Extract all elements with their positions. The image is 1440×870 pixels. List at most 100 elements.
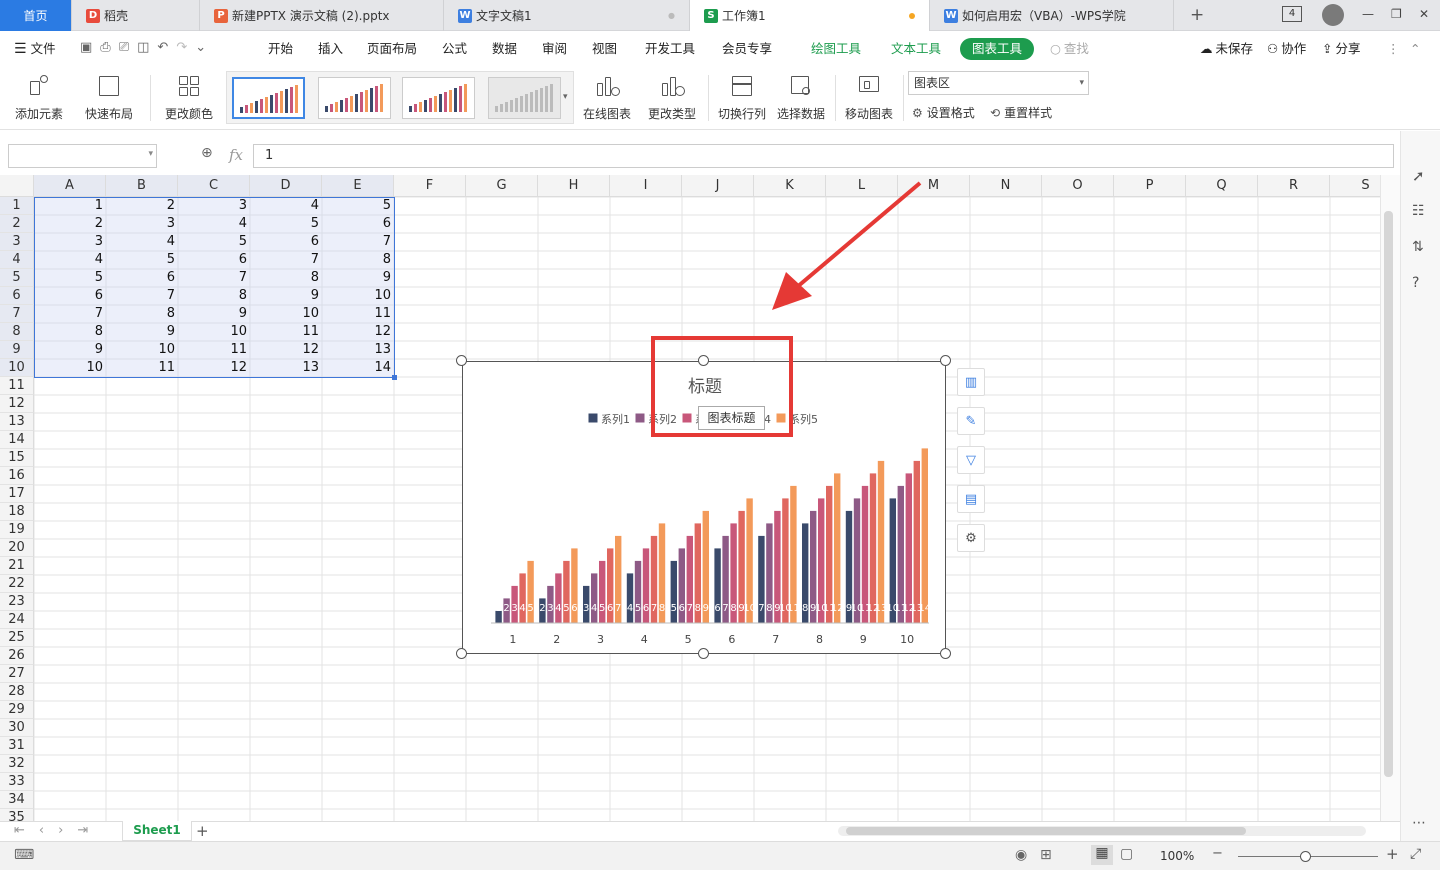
cell[interactable]: 6 xyxy=(106,269,178,287)
column-header[interactable]: B xyxy=(106,175,178,197)
maximize-icon[interactable]: ❐ xyxy=(1391,7,1402,21)
zoom-level[interactable]: 100% xyxy=(1160,849,1194,863)
cell[interactable]: 7 xyxy=(178,269,250,287)
column-header[interactable]: R xyxy=(1258,175,1330,197)
cell[interactable]: 12 xyxy=(322,323,394,341)
cell[interactable]: 5 xyxy=(106,251,178,269)
row-header[interactable]: 10 xyxy=(0,359,34,377)
cell[interactable]: 10 xyxy=(178,323,250,341)
cell[interactable]: 14 xyxy=(322,359,394,377)
redo-icon[interactable]: ↷ xyxy=(176,40,187,55)
preview-icon[interactable]: ◫ xyxy=(137,40,149,55)
cell[interactable]: 12 xyxy=(250,341,322,359)
cell[interactable]: 10 xyxy=(106,341,178,359)
cell[interactable]: 10 xyxy=(250,305,322,323)
cell[interactable]: 3 xyxy=(178,197,250,215)
row-header[interactable]: 18 xyxy=(0,503,34,521)
undo-icon[interactable]: ↶ xyxy=(157,40,168,55)
row-header[interactable]: 4 xyxy=(0,251,34,269)
row-header[interactable]: 19 xyxy=(0,521,34,539)
select-pointer-icon[interactable]: ➚ xyxy=(1412,167,1425,185)
resize-handle[interactable] xyxy=(456,648,467,659)
row-header[interactable]: 6 xyxy=(0,287,34,305)
horizontal-scrollbar[interactable] xyxy=(838,826,1366,836)
cell[interactable]: 11 xyxy=(106,359,178,377)
context-menu-0[interactable]: 绘图工具 xyxy=(811,31,861,67)
context-menu-2[interactable]: 图表工具 xyxy=(960,38,1035,60)
help-icon[interactable]: ? xyxy=(1412,275,1419,291)
cell[interactable]: 10 xyxy=(322,287,394,305)
cell[interactable]: 9 xyxy=(34,341,106,359)
column-header[interactable]: F xyxy=(394,175,466,197)
cell[interactable]: 1 xyxy=(34,197,106,215)
row-header[interactable]: 5 xyxy=(0,269,34,287)
chart-style-thumbnail[interactable] xyxy=(318,77,391,119)
menu-8[interactable]: 会员专享 xyxy=(722,31,772,67)
row-header[interactable]: 3 xyxy=(0,233,34,251)
cell[interactable]: 6 xyxy=(178,251,250,269)
row-header[interactable]: 23 xyxy=(0,593,34,611)
row-header[interactable]: 25 xyxy=(0,629,34,647)
fill-handle[interactable] xyxy=(392,375,397,380)
row-header[interactable]: 27 xyxy=(0,665,34,683)
chart-elements-button[interactable]: ▥ xyxy=(957,368,985,396)
select-all-corner[interactable] xyxy=(0,175,34,197)
column-header[interactable]: S xyxy=(1330,175,1380,197)
cell[interactable]: 13 xyxy=(322,341,394,359)
cell[interactable]: 5 xyxy=(322,197,394,215)
cell[interactable]: 7 xyxy=(34,305,106,323)
row-header[interactable]: 12 xyxy=(0,395,34,413)
cell[interactable]: 4 xyxy=(178,215,250,233)
properties-icon[interactable]: ☷ xyxy=(1412,203,1425,219)
close-window-icon[interactable]: ✕ xyxy=(1419,7,1429,21)
column-header[interactable]: N xyxy=(970,175,1042,197)
row-header[interactable]: 21 xyxy=(0,557,34,575)
cell[interactable]: 3 xyxy=(34,233,106,251)
cell[interactable]: 11 xyxy=(250,323,322,341)
cell[interactable]: 5 xyxy=(34,269,106,287)
row-header[interactable]: 34 xyxy=(0,791,34,809)
row-header[interactable]: 22 xyxy=(0,575,34,593)
prev-sheet-icon[interactable]: ‹ xyxy=(39,823,44,838)
zoom-icon[interactable]: ⊕ xyxy=(201,145,213,161)
column-header[interactable]: J xyxy=(682,175,754,197)
chart-settings-button[interactable]: ⚙ xyxy=(957,524,985,552)
chart-style-thumbnail[interactable] xyxy=(402,77,475,119)
row-header[interactable]: 9 xyxy=(0,341,34,359)
last-sheet-icon[interactable]: ⇥ xyxy=(77,823,88,838)
resize-handle[interactable] xyxy=(456,355,467,366)
file-menu[interactable]: ☰ 文件 xyxy=(14,31,56,67)
chart-style-button[interactable]: ✎ xyxy=(957,407,985,435)
row-header[interactable]: 30 xyxy=(0,719,34,737)
online-chart-side-button[interactable]: ▤ xyxy=(957,485,985,513)
print-icon[interactable]: ⎚ xyxy=(119,40,129,55)
cell[interactable]: 6 xyxy=(34,287,106,305)
close-tab-icon[interactable]: ● xyxy=(668,11,675,20)
cell[interactable]: 12 xyxy=(178,359,250,377)
set-format-button[interactable]: ⚙ 设置格式 xyxy=(912,104,975,121)
resize-handle[interactable] xyxy=(940,648,951,659)
context-menu-1[interactable]: 文本工具 xyxy=(891,31,941,67)
fullscreen-icon[interactable]: ⤢ xyxy=(1410,846,1421,862)
avatar[interactable] xyxy=(1322,4,1344,26)
quick-layout-button[interactable]: 快速布局 xyxy=(80,71,138,126)
column-header[interactable]: C xyxy=(178,175,250,197)
menu-6[interactable]: 视图 xyxy=(592,31,617,67)
more-icon[interactable]: ⋮ xyxy=(1387,31,1400,67)
zoom-slider-thumb[interactable] xyxy=(1300,851,1311,862)
move-chart-button[interactable]: 移动图表 xyxy=(840,71,898,126)
menu-5[interactable]: 审阅 xyxy=(542,31,567,67)
chart-style-thumbnail[interactable] xyxy=(488,77,561,119)
next-sheet-icon[interactable]: › xyxy=(58,823,63,838)
row-header[interactable]: 29 xyxy=(0,701,34,719)
chart-element-select[interactable]: 图表区 ▾ xyxy=(908,71,1089,95)
column-header[interactable]: O xyxy=(1042,175,1114,197)
tab-2[interactable]: P 新建PPTX 演示文稿 (2).pptx xyxy=(200,0,444,31)
add-sheet-button[interactable]: + xyxy=(196,822,209,840)
cell[interactable]: 5 xyxy=(178,233,250,251)
tab-4[interactable]: S 工作簿1 xyxy=(690,0,930,31)
collapse-ribbon-icon[interactable]: ⌃ xyxy=(1410,31,1420,67)
minimize-icon[interactable]: — xyxy=(1362,7,1374,21)
share-button[interactable]: ⇪ 分享 xyxy=(1322,31,1361,67)
name-box[interactable]: ▾ xyxy=(8,144,157,168)
